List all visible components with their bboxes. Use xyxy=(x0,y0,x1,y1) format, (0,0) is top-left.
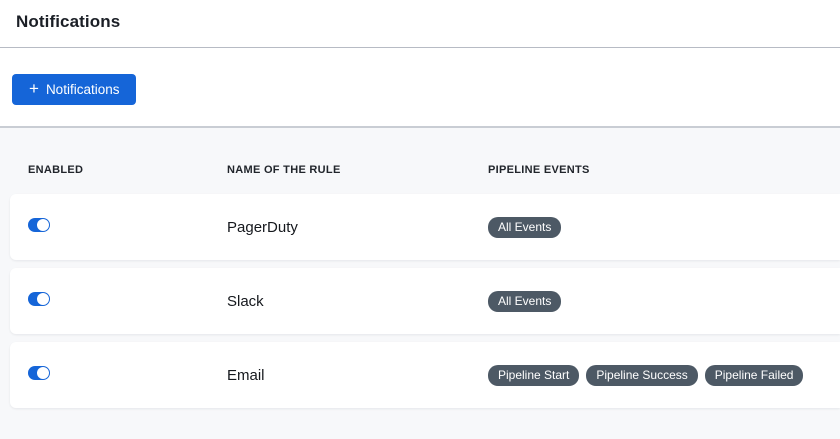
column-header-name: NAME OF THE RULE xyxy=(227,164,488,176)
add-notification-button-label: Notifications xyxy=(46,82,120,97)
toggle-knob xyxy=(37,367,49,379)
column-header-enabled: ENABLED xyxy=(28,164,227,176)
enabled-toggle[interactable] xyxy=(28,292,50,306)
plus-icon: + xyxy=(29,80,39,97)
page-title: Notifications xyxy=(16,12,824,32)
toggle-knob xyxy=(37,293,49,305)
rule-name: Email xyxy=(227,367,488,384)
notification-rules-table: ENABLED NAME OF THE RULE PIPELINE EVENTS… xyxy=(0,126,840,439)
page-header: Notifications xyxy=(0,0,840,32)
table-body: PagerDuty All Events Slack All Events Em… xyxy=(10,194,840,408)
column-header-events: PIPELINE EVENTS xyxy=(488,164,840,176)
add-notification-button[interactable]: + Notifications xyxy=(12,74,136,105)
event-badge: All Events xyxy=(488,217,561,238)
rule-name: PagerDuty xyxy=(227,219,488,236)
pipeline-events-cell: All Events xyxy=(488,217,840,238)
enabled-toggle[interactable] xyxy=(28,218,50,232)
toggle-cell xyxy=(28,292,227,311)
pipeline-events-cell: Pipeline Start Pipeline Success Pipeline F… xyxy=(488,365,840,386)
table-row: PagerDuty All Events xyxy=(10,194,840,260)
toggle-cell xyxy=(28,218,227,237)
table-row: Email Pipeline StartPipeline SuccessPipe… xyxy=(10,342,840,408)
rule-name: Slack xyxy=(227,293,488,310)
table-row: Slack All Events xyxy=(10,268,840,334)
pipeline-events-cell: All Events xyxy=(488,291,840,312)
toggle-knob xyxy=(37,219,49,231)
toolbar: + Notifications xyxy=(0,48,840,105)
toggle-cell xyxy=(28,366,227,385)
event-badge: All Events xyxy=(488,291,561,312)
table-header-row: ENABLED NAME OF THE RULE PIPELINE EVENTS xyxy=(10,128,840,194)
event-badge: Pipeline Start xyxy=(488,365,579,386)
event-badge: Pipeline Success xyxy=(586,365,697,386)
enabled-toggle[interactable] xyxy=(28,366,50,380)
event-badge: Pipeline Failed xyxy=(705,365,804,386)
